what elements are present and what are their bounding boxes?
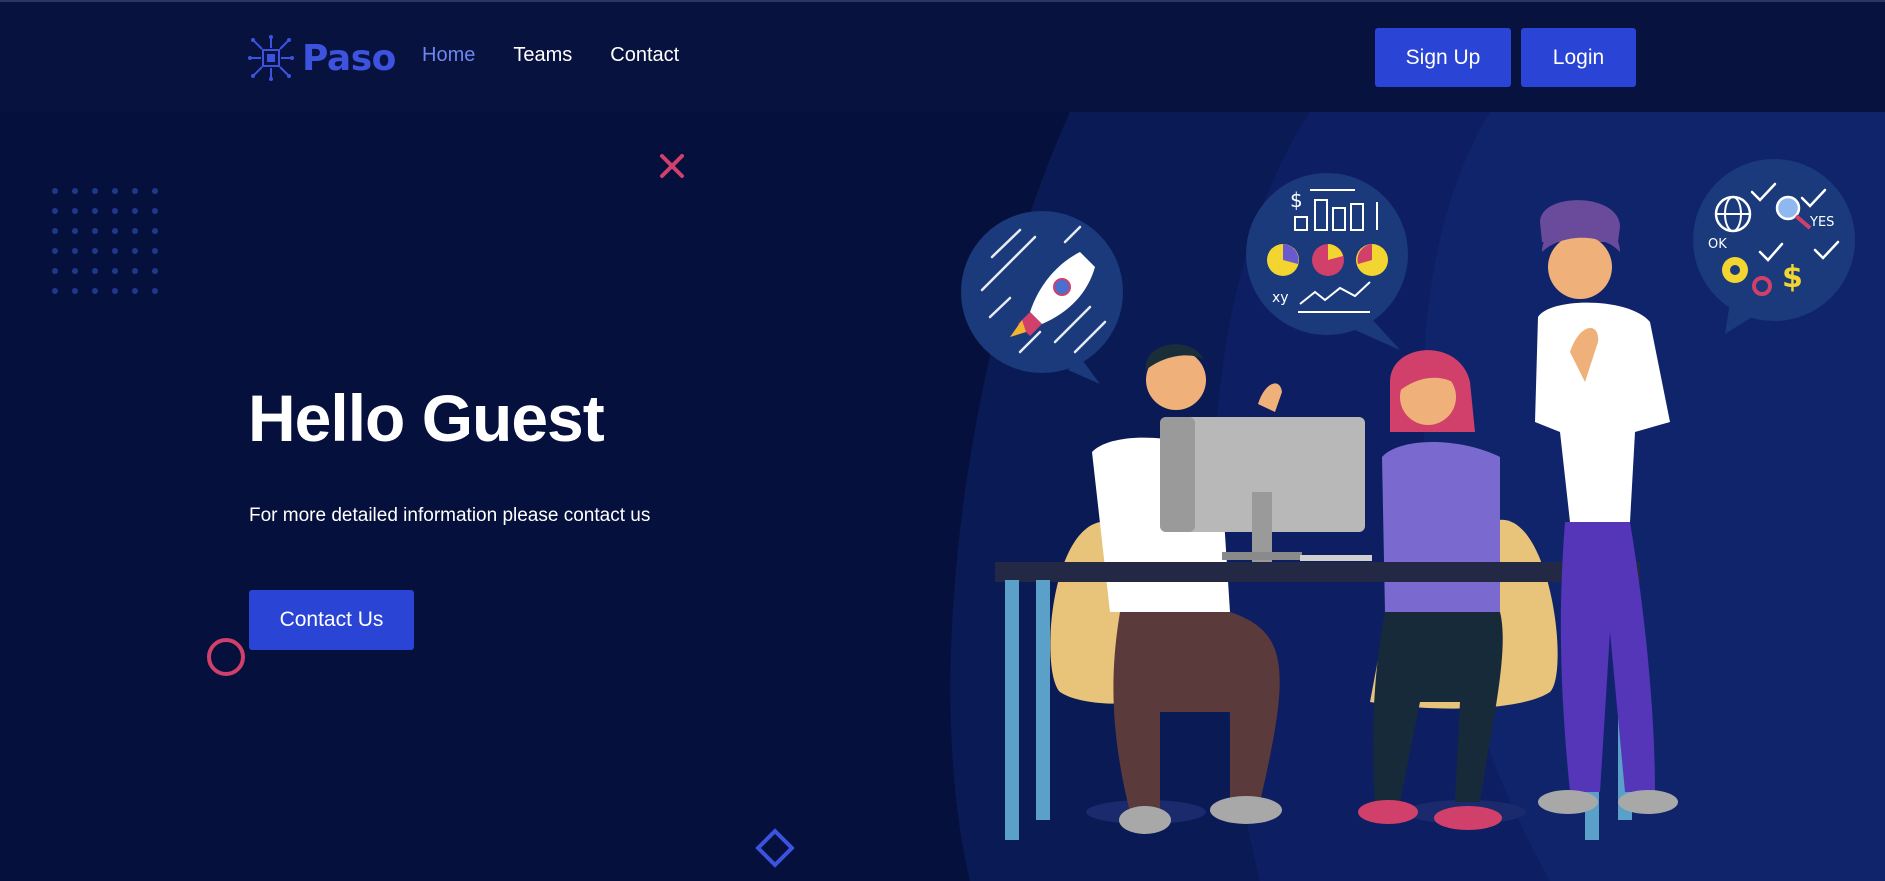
sign-up-button[interactable]: Sign Up: [1375, 28, 1511, 87]
team-illustration: $ xy OK YES $: [950, 112, 1885, 881]
yes-label: YES: [1809, 215, 1834, 230]
navbar: Paso Home Teams Contact Sign Up Login: [0, 2, 1885, 112]
chip-logo-icon: [248, 35, 294, 81]
contact-us-button[interactable]: Contact Us: [249, 590, 414, 650]
hero-subtitle: For more detailed information please con…: [249, 505, 651, 526]
logo[interactable]: Paso: [248, 34, 396, 82]
hero-title: Hello Guest: [248, 381, 605, 455]
dot-grid-decoration: [52, 188, 158, 294]
ok-label: OK: [1708, 237, 1727, 252]
cross-decoration: [660, 154, 684, 178]
main-nav: Home Teams Contact: [422, 44, 679, 67]
ring-decoration: [207, 638, 245, 676]
dollar-sign: $: [1290, 188, 1303, 212]
svg-text:$: $: [1782, 260, 1803, 295]
nav-link-teams[interactable]: Teams: [513, 44, 572, 67]
xy-label: xy: [1272, 290, 1289, 306]
nav-link-contact[interactable]: Contact: [610, 44, 679, 67]
diamond-decoration: [755, 828, 795, 868]
nav-link-home[interactable]: Home: [422, 44, 475, 67]
login-button[interactable]: Login: [1521, 28, 1636, 87]
logo-text: Paso: [302, 37, 396, 79]
